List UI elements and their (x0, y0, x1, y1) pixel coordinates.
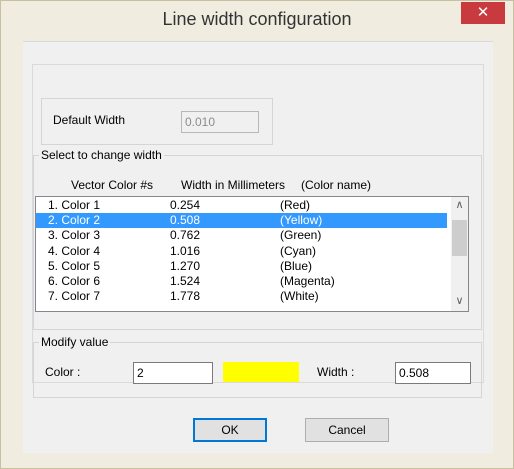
close-icon: ✕ (476, 4, 490, 21)
list-item-color: 7. Color 7 (48, 289, 101, 304)
scroll-up-icon[interactable]: ∧ (451, 197, 468, 214)
list-item-name: (Blue) (280, 258, 313, 273)
list-item-width: 0.762 (170, 228, 201, 243)
header-width-mm: Width in Millimeters (181, 178, 286, 192)
list-scrollbar[interactable]: ∧ ∨ (451, 197, 468, 311)
modify-value-group-label: Modify value (39, 335, 111, 349)
list-item-width: 1.016 (170, 243, 201, 258)
list-item-name: (Red) (280, 198, 311, 212)
list-item-color: 6. Color 6 (48, 274, 101, 288)
header-color-name: (Color name) (301, 178, 372, 192)
dialog-window: Line width configuration ✕ Default Width… (0, 0, 514, 469)
title-bar[interactable]: Line width configuration ✕ (1, 1, 513, 41)
default-width-field: 0.010 (181, 111, 259, 133)
list-item[interactable]: 3. Color 3 0.762 (Green) (36, 228, 447, 243)
color-width-list[interactable]: 1. Color 1 0.254 (Red) 2. Color 2 0.508 (Yell… (35, 196, 469, 312)
list-item[interactable]: 5. Color 5 1.270 (Blue) (36, 259, 447, 274)
list-item[interactable]: 7. Color 7 1.778 (White) (36, 289, 447, 304)
list-item[interactable]: 4. Color 4 1.016 (Cyan) (36, 244, 447, 259)
scroll-down-icon[interactable]: ∨ (451, 293, 468, 310)
list-item-color: 1. Color 1 (48, 198, 101, 212)
select-width-group-label: Select to change width (39, 148, 164, 162)
width-value-field[interactable]: 0.508 (395, 362, 471, 384)
cancel-button[interactable]: Cancel (305, 418, 389, 442)
list-item-color: 5. Color 5 (48, 258, 101, 273)
window-title: Line width configuration (162, 9, 352, 29)
ok-button[interactable]: OK (193, 418, 267, 442)
color-number-field[interactable]: 2 (133, 362, 213, 384)
list-item[interactable]: 2. Color 2 0.508 (Yellow) (36, 213, 447, 229)
list-item-color: 2. Color 2 (48, 213, 101, 228)
color-swatch (223, 362, 299, 382)
default-width-label: Default Width (53, 113, 126, 127)
list-item-name: (Green) (280, 228, 322, 243)
list-item-name: (White) (280, 289, 319, 304)
color-label: Color : (45, 365, 81, 379)
close-button[interactable]: ✕ (461, 2, 505, 24)
list-item[interactable]: 1. Color 1 0.254 (Red) (36, 198, 447, 213)
list-item-width: 0.508 (170, 213, 201, 228)
list-item-width: 1.270 (170, 258, 201, 273)
list-item-name: (Yellow) (280, 213, 323, 228)
list-item-color: 3. Color 3 (48, 228, 101, 243)
width-label: Width : (317, 365, 355, 379)
dialog-client-area: Default Width 0.010 Select to change wid… (23, 41, 493, 453)
list-item-name: (Cyan) (280, 243, 317, 258)
list-item-width: 1.778 (170, 289, 201, 304)
list-item-width: 1.524 (170, 274, 201, 288)
list-item-name: (Magenta) (280, 274, 335, 288)
list-item-width: 0.254 (170, 198, 201, 212)
list-item[interactable]: 6. Color 6 1.524 (Magenta) (36, 274, 447, 289)
scroll-thumb[interactable] (452, 220, 467, 256)
header-vector-color: Vector Color #s (71, 178, 154, 192)
list-item-color: 4. Color 4 (48, 243, 101, 258)
